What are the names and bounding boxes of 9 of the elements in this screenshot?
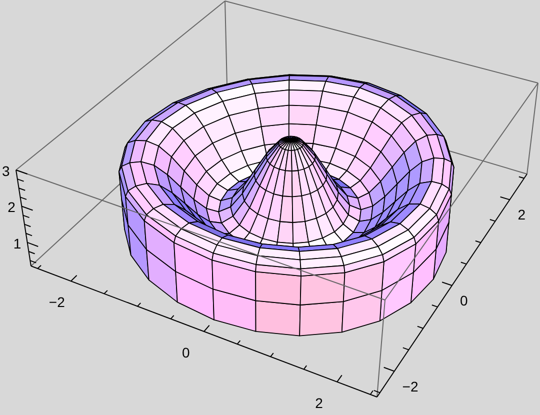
axis-tick-label: 0 <box>182 344 190 360</box>
axis-tick-label: −2 <box>402 378 418 394</box>
axis-tick-label: 1 <box>13 235 22 252</box>
axis-tick-label: 3 <box>2 163 10 179</box>
axis-tick-label: 2 <box>8 199 16 216</box>
axis-tick-label: 0 <box>460 292 468 308</box>
axis-tick-label: 2 <box>315 394 323 411</box>
axis-tick-label: 2 <box>518 206 526 223</box>
axis-tick-label: −2 <box>48 294 65 310</box>
